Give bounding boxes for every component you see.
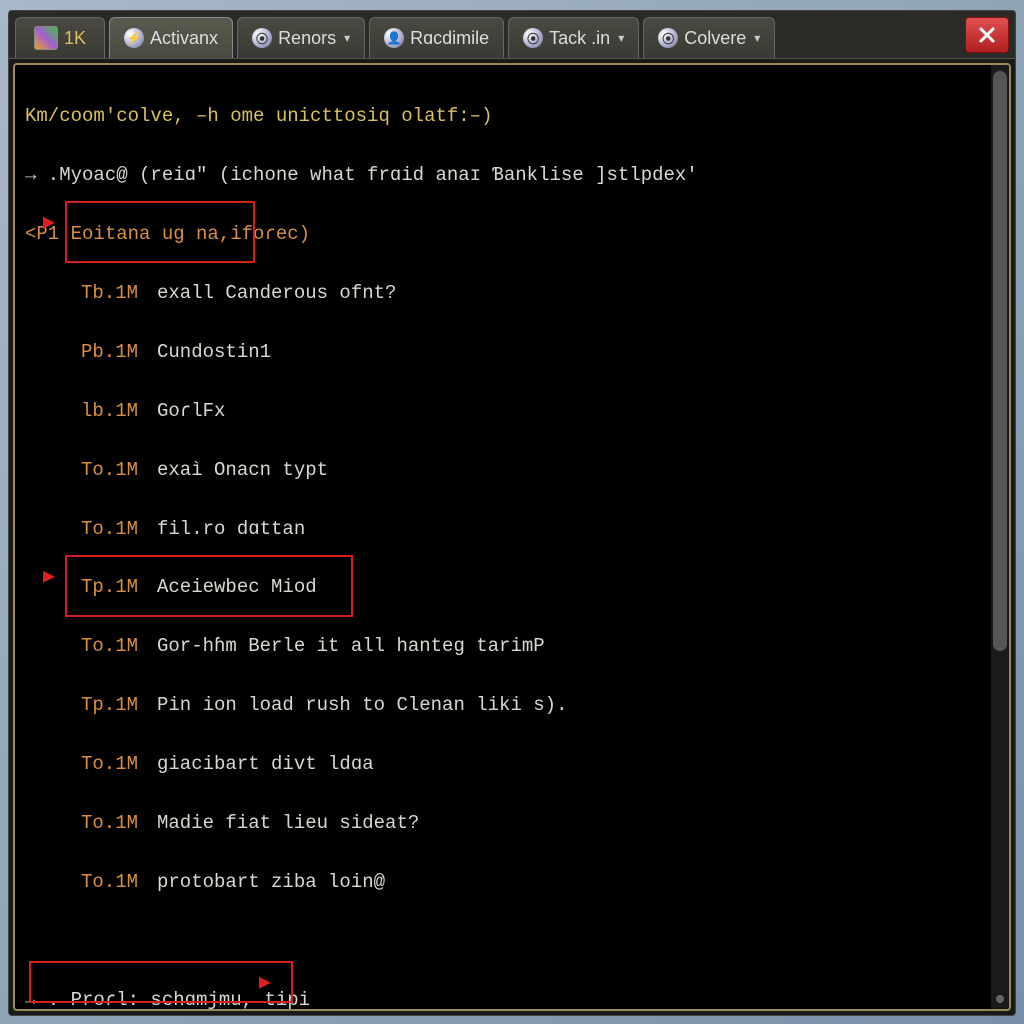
row-prefix: To.1M bbox=[81, 750, 157, 779]
chevron-down-icon: ▾ bbox=[344, 31, 350, 45]
row-prefix: Tp.1M bbox=[81, 573, 157, 602]
tab-racdimile[interactable]: 👤 Rɑcdimile bbox=[369, 17, 504, 58]
term-line: → .Myoac@ (reiɑ" (ichone what frɑid anaɪ… bbox=[25, 164, 698, 186]
tab-renors[interactable]: ⦿ Renors ▾ bbox=[237, 17, 365, 58]
globe-icon: ⦿ bbox=[658, 28, 678, 48]
tab-label: 1K bbox=[64, 28, 86, 49]
term-line: <P1 Eoitana ug na,ifoɾec) bbox=[25, 223, 310, 245]
tab-bar: 1K ⚡ Activanx ⦿ Renors ▾ 👤 Rɑcdimile ⦿ T… bbox=[9, 11, 1015, 59]
close-button[interactable] bbox=[965, 17, 1009, 53]
app-icon bbox=[34, 26, 58, 50]
chevron-down-icon: ▾ bbox=[618, 31, 624, 45]
globe-icon: ⦿ bbox=[252, 28, 272, 48]
tab-colvere[interactable]: ⦿ Colvere ▾ bbox=[643, 17, 775, 58]
globe-icon: ⦿ bbox=[523, 28, 543, 48]
row-text: Madie fiat lieu sideat? bbox=[157, 812, 419, 834]
scrollbar-down-icon[interactable] bbox=[996, 995, 1004, 1003]
person-icon: 👤 bbox=[384, 28, 404, 48]
row-prefix: Tp.1M bbox=[81, 691, 157, 720]
scrollbar-thumb[interactable] bbox=[993, 71, 1007, 651]
bolt-icon: ⚡ bbox=[124, 28, 144, 48]
row-text: Gor-hɦm Berle it all hanteg tarimP bbox=[157, 635, 545, 657]
row-text: exall Canderous ofnt? bbox=[157, 282, 396, 304]
row-prefix: To.1M bbox=[81, 809, 157, 838]
row-prefix: To.1M bbox=[81, 868, 157, 897]
tab-label: Rɑcdimile bbox=[410, 28, 489, 49]
row-prefix: Pb.1M bbox=[81, 338, 157, 367]
term-line: → . Proɾl: schɑmjmu, tipi bbox=[25, 989, 310, 1009]
tab-activanx[interactable]: ⚡ Activanx bbox=[109, 17, 233, 58]
row-prefix: lb.1M bbox=[81, 397, 157, 426]
row-text: fil.ro dɑttan bbox=[157, 518, 305, 540]
scrollbar[interactable] bbox=[991, 65, 1009, 1009]
row-prefix: Tb.1M bbox=[81, 279, 157, 308]
row-text: protobart ziba loin@ bbox=[157, 871, 385, 893]
row-text: giacibart divt ldɑa bbox=[157, 753, 374, 775]
row-prefix: To.1M bbox=[81, 515, 157, 544]
tab-label: Tack .in bbox=[549, 28, 610, 49]
row-text: GoɾlFx bbox=[157, 400, 225, 422]
row-text: Cundostin1 bbox=[157, 341, 271, 363]
row-text: exaì Onacn typt bbox=[157, 459, 328, 481]
term-line: Km/coom'colve, –h ome unicttosiq olatf:–… bbox=[25, 105, 492, 127]
row-text: Aceiewbec Miod bbox=[157, 576, 317, 598]
tab-label: Renors bbox=[278, 28, 336, 49]
tab-tack[interactable]: ⦿ Tack .in ▾ bbox=[508, 17, 639, 58]
tab-label: Activanx bbox=[150, 28, 218, 49]
close-icon bbox=[977, 25, 997, 45]
app-window: 1K ⚡ Activanx ⦿ Renors ▾ 👤 Rɑcdimile ⦿ T… bbox=[8, 10, 1016, 1016]
terminal-output[interactable]: Km/coom'colve, –h ome unicttosiq olatf:–… bbox=[15, 65, 1009, 1009]
terminal-frame: Km/coom'colve, –h ome unicttosiq olatf:–… bbox=[13, 63, 1011, 1011]
row-text: Pin ion load rush to Clenan liki s). bbox=[157, 694, 567, 716]
tab-home[interactable]: 1K bbox=[15, 17, 105, 58]
row-prefix: To.1M bbox=[81, 632, 157, 661]
tab-label: Colvere bbox=[684, 28, 746, 49]
row-prefix: To.1M bbox=[81, 456, 157, 485]
chevron-down-icon: ▾ bbox=[754, 31, 760, 45]
